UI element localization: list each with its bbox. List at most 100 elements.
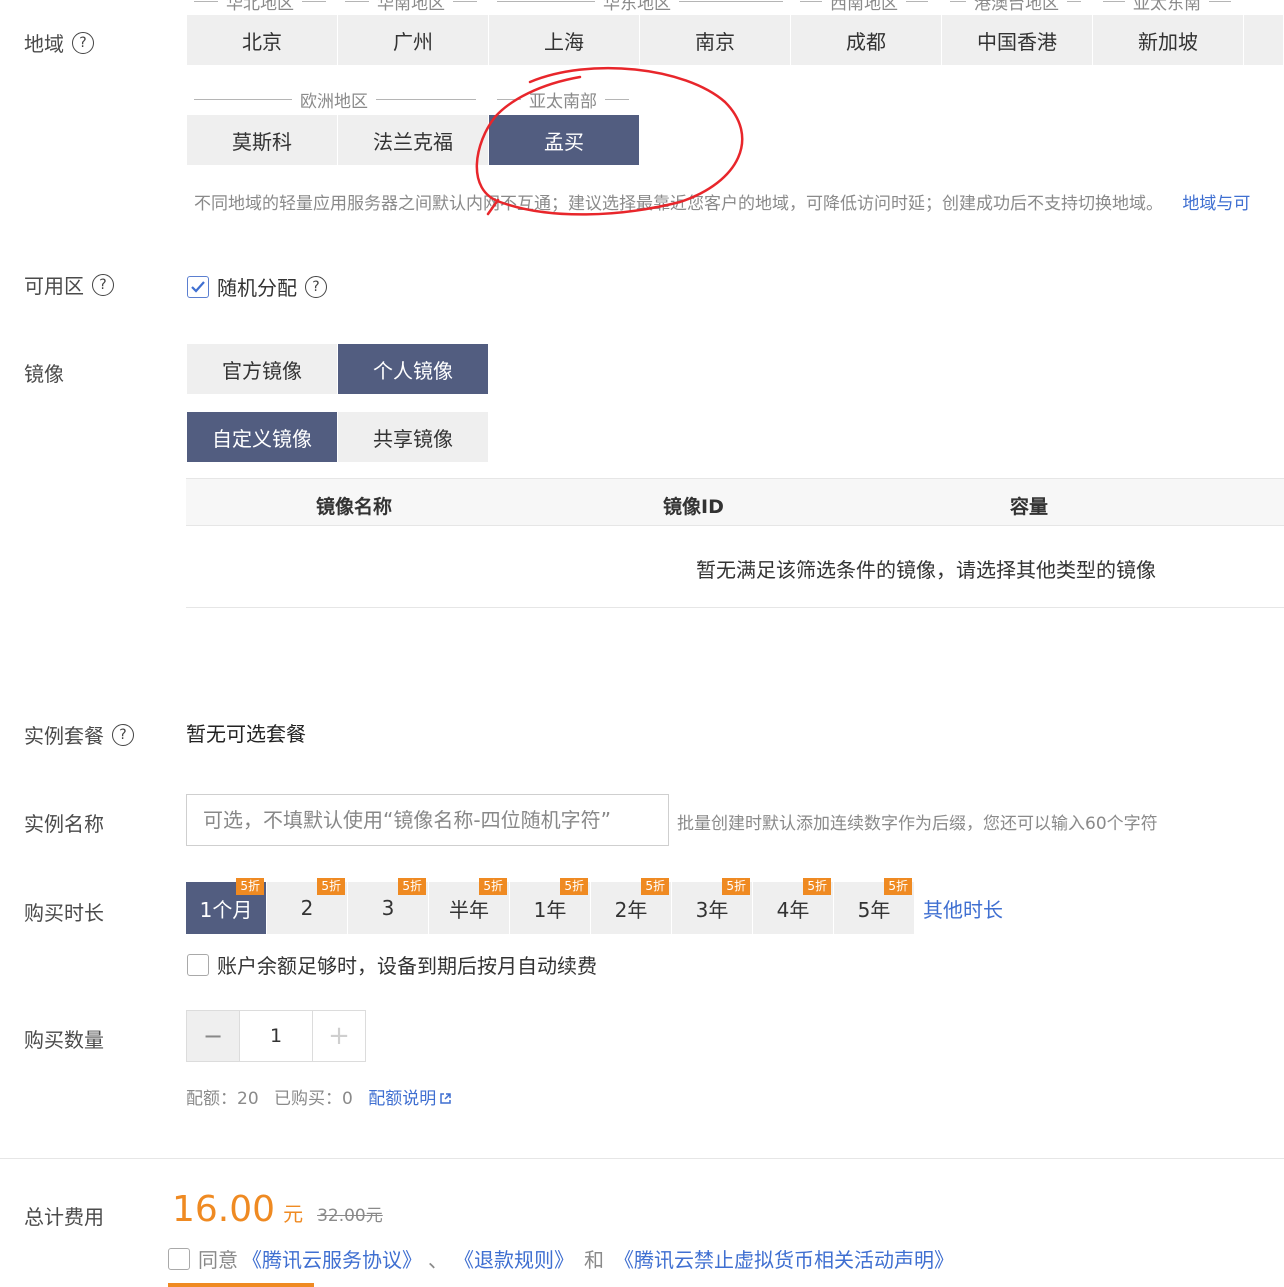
service-agreement-link[interactable]: 《腾讯云服务协议》 (242, 1244, 422, 1273)
duration-option-half-year[interactable]: 5折 半年 (429, 878, 510, 934)
duration-option-2y[interactable]: 5折 2年 (591, 878, 672, 934)
total-label: 总计费用 (24, 1205, 104, 1229)
group-label-southwest: 西南地区 (800, 0, 928, 14)
quota-link[interactable]: 配额说明 (368, 1089, 452, 1109)
discount-badge: 5折 (641, 878, 669, 895)
duration-option-5y[interactable]: 5折 5年 (834, 878, 915, 934)
group-label-apac-se: 亚太东南 (1103, 0, 1231, 14)
quota-value: 20 (237, 1089, 259, 1109)
discount-badge: 5折 (479, 878, 507, 895)
empty-message: 暂无满足该筛选条件的镜像，请选择其他类型的镜像 (696, 558, 1156, 582)
package-value: 暂无可选套餐 (186, 722, 306, 746)
region-option-nanjing[interactable]: 南京 (640, 15, 791, 65)
discount-badge: 5折 (398, 878, 426, 895)
purchased-label: 已购买： (274, 1089, 343, 1109)
quantity-label: 购买数量 (24, 1028, 104, 1052)
agreement-row: 同意 《腾讯云服务协议》 、 《退款规则》 和 《腾讯云禁止虚拟货币相关活动声明… (168, 1244, 954, 1273)
duration-option-1y[interactable]: 5折 1年 (510, 878, 591, 934)
annotation-circle (475, 66, 744, 216)
discount-badge: 5折 (884, 878, 912, 895)
zone-label-row: 可用区 ? (24, 270, 114, 299)
duration-label: 购买时长 (24, 901, 104, 925)
instance-name-label: 实例名称 (24, 812, 104, 836)
region-hint-link[interactable]: 地域与可 (1182, 194, 1250, 214)
region-option-chengdu[interactable]: 成都 (791, 15, 942, 65)
help-icon[interactable]: ? (72, 31, 94, 54)
column-image-name: 镜像名称 (316, 496, 393, 518)
zone-label: 可用区 (24, 274, 84, 298)
duration-options: 5折 1个月 5折 2 5折 3 5折 半年 5折 1年 5折 2年 5折 3年 5折 4年 5… (186, 878, 1003, 934)
random-assign-label: 随机分配 (217, 276, 297, 300)
other-duration-link[interactable]: 其他时长 (923, 882, 1003, 934)
price-unit: 元 (283, 1202, 304, 1226)
group-label-europe: 欧洲地区 (194, 87, 476, 112)
help-icon[interactable]: ? (92, 273, 114, 296)
duration-option-2m[interactable]: 5折 2 (267, 878, 348, 934)
region-option-beijing[interactable]: 北京 (187, 15, 338, 65)
discount-badge: 5折 (560, 878, 588, 895)
duration-option-4y[interactable]: 5折 4年 (753, 878, 834, 934)
quota-label: 配额： (186, 1089, 237, 1109)
region-label: 地域 (24, 32, 64, 56)
region-label-row: 地域 ? (24, 28, 94, 57)
agree-label: 同意 (198, 1248, 238, 1272)
tab-shared-image[interactable]: 共享镜像 (338, 412, 489, 462)
auto-renew-label: 账户余额足够时，设备到期后按月自动续费 (217, 954, 597, 978)
region-option-frankfurt[interactable]: 法兰克福 (338, 115, 489, 165)
image-subtabs: 自定义镜像 共享镜像 (187, 412, 489, 462)
region-option-singapore[interactable]: 新加坡 (1093, 15, 1244, 65)
image-label: 镜像 (24, 362, 64, 386)
agreement-and: 和 (584, 1248, 604, 1272)
group-label-north: 华北地区 (194, 0, 326, 14)
virtual-currency-statement-link[interactable]: 《腾讯云禁止虚拟货币相关活动声明》 (614, 1244, 954, 1273)
total-price: 16.00 (172, 1189, 276, 1230)
duration-option-1m[interactable]: 5折 1个月 (186, 878, 267, 934)
column-image-id: 镜像ID (663, 496, 724, 518)
random-assign[interactable]: 随机分配 ? (187, 272, 327, 301)
region-option-shanghai[interactable]: 上海 (489, 15, 640, 65)
region-top-row: 北京 广州 上海 南京 成都 中国香港 新加坡 (187, 15, 1284, 65)
group-label-south: 华南地区 (345, 0, 477, 14)
external-link-icon (440, 1093, 452, 1104)
auto-renew-checkbox[interactable] (187, 953, 209, 976)
image-tabs: 官方镜像 个人镜像 (187, 344, 489, 394)
quantity-stepper: − 1 + (186, 1010, 366, 1062)
discount-badge: 5折 (236, 878, 264, 895)
quota-info: 配额：20 已购买：0 配额说明 (186, 1084, 452, 1109)
instance-name-input[interactable] (186, 794, 669, 846)
region-option-guangzhou[interactable]: 广州 (338, 15, 489, 65)
agree-checkbox[interactable] (168, 1247, 190, 1270)
image-table-header: 镜像名称 镜像ID 容量 (186, 478, 1284, 526)
region-option-moscow[interactable]: 莫斯科 (187, 115, 338, 165)
tab-official-image[interactable]: 官方镜像 (187, 344, 338, 394)
package-label: 实例套餐 (24, 724, 104, 748)
region-option-hongkong[interactable]: 中国香港 (942, 15, 1093, 65)
group-label-east: 华东地区 (497, 0, 783, 14)
tab-custom-image[interactable]: 自定义镜像 (187, 412, 338, 462)
decrease-button[interactable]: − (187, 1011, 240, 1061)
region-option-more[interactable] (1244, 15, 1284, 65)
increase-button[interactable]: + (312, 1011, 365, 1061)
image-table-empty-row: 暂无满足该筛选条件的镜像，请选择其他类型的镜像 (186, 526, 1284, 608)
auto-renew[interactable]: 账户余额足够时，设备到期后按月自动续费 (187, 950, 597, 979)
purchased-value: 0 (342, 1089, 353, 1109)
price-block: 16.00 元 32.00元 (172, 1189, 383, 1230)
refund-rules-link[interactable]: 《退款规则》 (454, 1244, 574, 1273)
quantity-value[interactable]: 1 (240, 1011, 312, 1061)
duration-option-3y[interactable]: 5折 3年 (672, 878, 753, 934)
check-icon (191, 280, 205, 293)
random-assign-checkbox[interactable] (187, 275, 209, 298)
original-price: 32.00元 (317, 1206, 383, 1226)
order-footer: 总计费用 16.00 元 32.00元 同意 《腾讯云服务协议》 、 《退款规则… (0, 1158, 1284, 1287)
agreement-separator: 、 (428, 1248, 448, 1272)
help-icon[interactable]: ? (305, 275, 327, 298)
tab-personal-image[interactable]: 个人镜像 (338, 344, 489, 394)
instance-name-hint: 批量创建时默认添加连续数字作为后缀，您还可以输入60个字符 (677, 814, 1158, 834)
discount-badge: 5折 (317, 878, 345, 895)
duration-option-3m[interactable]: 5折 3 (348, 878, 429, 934)
group-label-hkmotw: 港澳台地区 (950, 0, 1081, 14)
discount-badge: 5折 (722, 878, 750, 895)
discount-badge: 5折 (803, 878, 831, 895)
buy-button[interactable] (168, 1283, 314, 1287)
help-icon[interactable]: ? (112, 723, 134, 746)
